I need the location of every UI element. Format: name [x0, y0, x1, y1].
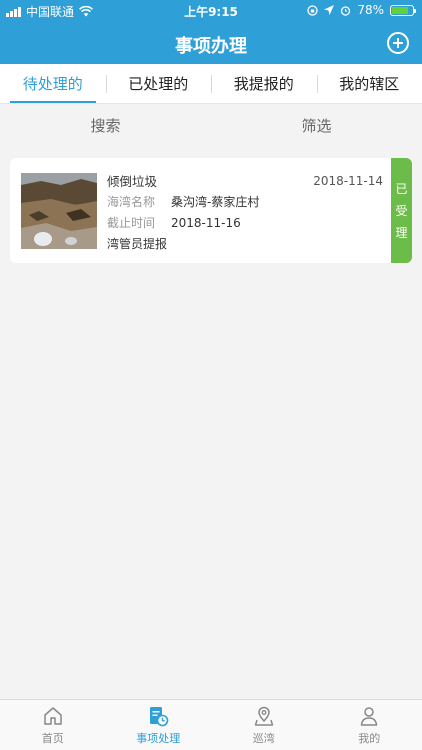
location-icon — [254, 706, 273, 726]
deadline-label: 截止时间 — [107, 216, 156, 230]
nav-home-label: 首页 — [41, 732, 64, 745]
rotation-lock-icon — [307, 4, 318, 16]
tab-pending[interactable]: 待处理的 — [0, 64, 106, 103]
nav-patrol-label: 巡湾 — [252, 732, 275, 745]
bay-label: 海湾名称 — [107, 195, 156, 209]
home-icon — [44, 707, 62, 725]
reporter-label: 湾管员提报 — [107, 237, 168, 251]
nav-me[interactable]: 我的 — [317, 700, 422, 750]
page-title: 事项办理 — [175, 36, 247, 57]
list-item[interactable]: 倾倒垃圾 海湾名称 桑沟湾-蔡家庄村 截止时间 2018-11-16 湾管员提报 2… — [10, 158, 412, 263]
status-badge: 已 受 理 — [391, 158, 412, 263]
search-button[interactable]: 搜索 — [0, 104, 211, 148]
nav-home[interactable]: 首页 — [0, 700, 106, 750]
bottom-nav: 首页 事项处理 巡湾 我的 — [0, 699, 422, 750]
filter-bar: 搜索 筛选 — [0, 104, 422, 148]
bay-value: 桑沟湾-蔡家庄村 — [171, 195, 260, 209]
nav-tasks-label: 事项处理 — [136, 732, 181, 745]
user-icon — [361, 707, 378, 726]
battery-icon — [390, 4, 416, 16]
status-char: 理 — [395, 226, 408, 240]
alarm-icon — [341, 5, 351, 16]
tab-bar: 待处理的 已处理的 我提报的 我的辖区 — [0, 64, 422, 104]
task-icon — [150, 707, 169, 727]
status-bar: 中国联通 上午9:15 78% — [0, 0, 422, 22]
tab-processed[interactable]: 已处理的 — [105, 64, 212, 103]
status-char: 受 — [395, 204, 408, 218]
battery-percent: 78% — [357, 3, 384, 17]
tab-reported[interactable]: 我提报的 — [211, 64, 317, 103]
item-title: 倾倒垃圾 — [107, 174, 158, 189]
status-char: 已 — [395, 182, 408, 196]
item-thumbnail — [21, 173, 97, 249]
nav-patrol[interactable]: 巡湾 — [211, 700, 317, 750]
location-arrow-icon — [324, 5, 335, 15]
nav-tasks[interactable]: 事项处理 — [106, 700, 212, 750]
tab-my-area[interactable]: 我的辖区 — [316, 64, 422, 103]
nav-bar: 事项办理 — [0, 22, 422, 64]
add-icon[interactable] — [387, 32, 409, 54]
item-date: 2018-11-14 — [313, 174, 383, 188]
deadline-value: 2018-11-16 — [171, 216, 241, 230]
filter-button[interactable]: 筛选 — [211, 104, 422, 148]
nav-me-label: 我的 — [358, 732, 381, 745]
